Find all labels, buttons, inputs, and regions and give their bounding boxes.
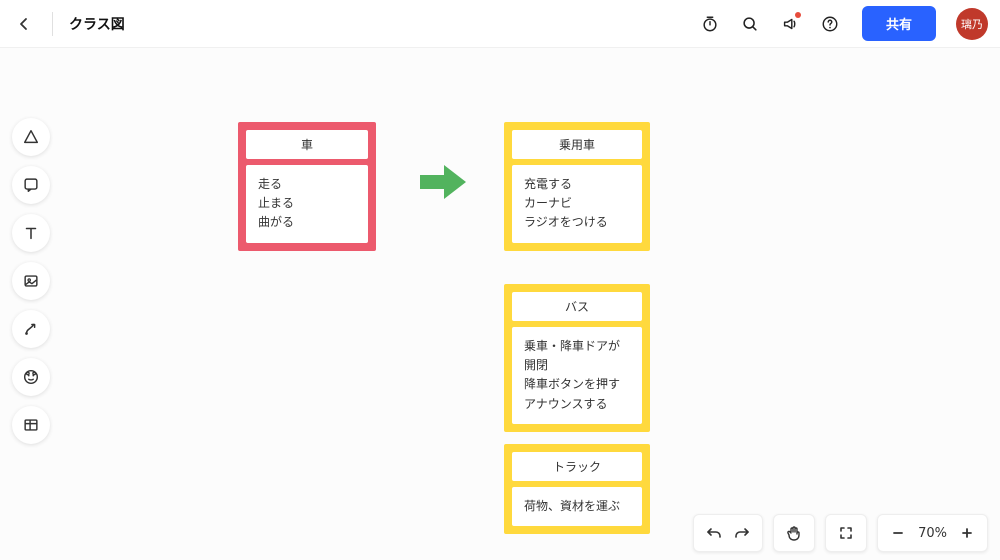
class-box[interactable]: バス乗車・降車ドアが開閉 降車ボタンを押す アナウンスする bbox=[504, 284, 650, 432]
class-body[interactable]: 走る 止まる 曲がる bbox=[246, 165, 368, 243]
notification-dot bbox=[795, 12, 801, 18]
canvas[interactable]: 車走る 止まる 曲がる乗用車充電する カーナビ ラジオをつけるバス乗車・降車ドア… bbox=[0, 48, 1000, 560]
timer-icon[interactable] bbox=[694, 8, 726, 40]
zoom-out-button[interactable] bbox=[884, 519, 912, 547]
avatar[interactable]: 璃乃 bbox=[956, 8, 988, 40]
header: クラス図 共有 璃乃 bbox=[0, 0, 1000, 48]
fit-button[interactable] bbox=[832, 519, 860, 547]
left-toolbar bbox=[12, 118, 50, 444]
share-button[interactable]: 共有 bbox=[862, 6, 936, 41]
class-body[interactable]: 乗車・降車ドアが開閉 降車ボタンを押す アナウンスする bbox=[512, 327, 642, 424]
help-icon[interactable] bbox=[814, 8, 846, 40]
class-title[interactable]: 乗用車 bbox=[512, 130, 642, 159]
back-button[interactable] bbox=[12, 12, 36, 36]
search-icon[interactable] bbox=[734, 8, 766, 40]
stamp-tool[interactable] bbox=[12, 358, 50, 396]
page-title: クラス図 bbox=[69, 14, 125, 34]
class-title[interactable]: トラック bbox=[512, 452, 642, 481]
redo-button[interactable] bbox=[728, 519, 756, 547]
bottom-bar: 70% bbox=[693, 514, 988, 552]
class-body[interactable]: 荷物、資材を運ぶ bbox=[512, 487, 642, 526]
undo-button[interactable] bbox=[700, 519, 728, 547]
class-box[interactable]: 車走る 止まる 曲がる bbox=[238, 122, 376, 251]
pan-button[interactable] bbox=[780, 519, 808, 547]
note-tool[interactable] bbox=[12, 166, 50, 204]
announcement-icon[interactable] bbox=[774, 8, 806, 40]
text-tool[interactable] bbox=[12, 214, 50, 252]
table-tool[interactable] bbox=[12, 406, 50, 444]
connector-tool[interactable] bbox=[12, 310, 50, 348]
image-tool[interactable] bbox=[12, 262, 50, 300]
zoom-in-button[interactable] bbox=[953, 519, 981, 547]
arrow-icon[interactable] bbox=[418, 162, 468, 206]
class-title[interactable]: 車 bbox=[246, 130, 368, 159]
class-box[interactable]: 乗用車充電する カーナビ ラジオをつける bbox=[504, 122, 650, 251]
divider bbox=[52, 12, 53, 36]
class-box[interactable]: トラック荷物、資材を運ぶ bbox=[504, 444, 650, 534]
zoom-level: 70% bbox=[918, 526, 947, 541]
shape-tool[interactable] bbox=[12, 118, 50, 156]
class-title[interactable]: バス bbox=[512, 292, 642, 321]
class-body[interactable]: 充電する カーナビ ラジオをつける bbox=[512, 165, 642, 243]
